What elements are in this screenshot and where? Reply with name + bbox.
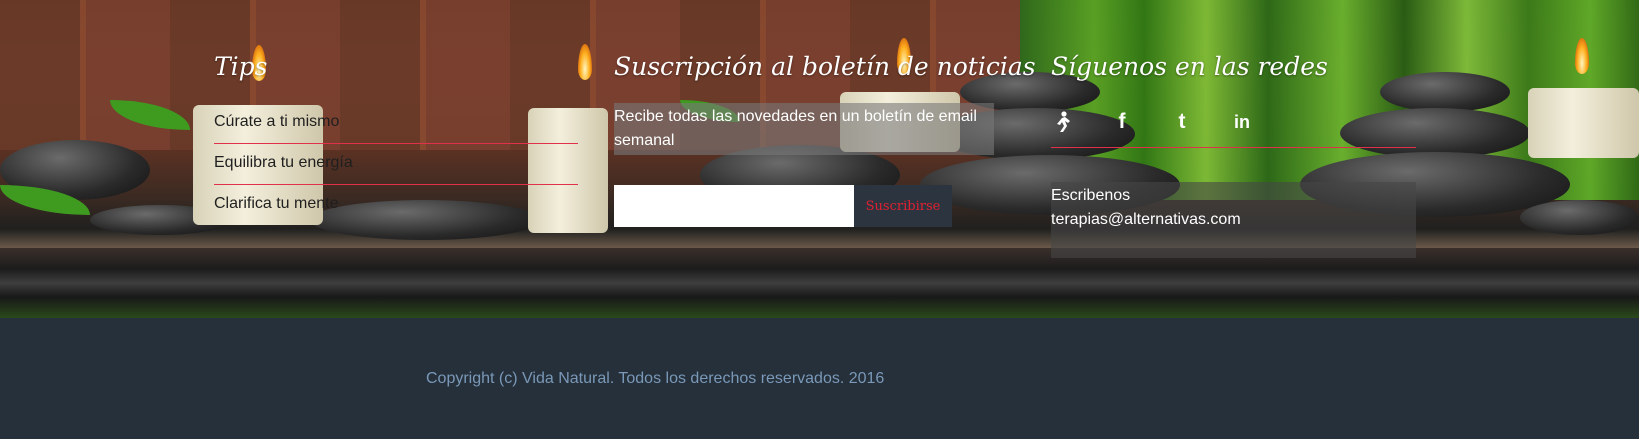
hero-section: Tips Cúrate a ti mismo Equilibra tu ener… <box>0 0 1639 318</box>
tip-link[interactable]: Equilibra tu energía <box>214 144 578 185</box>
facebook-icon[interactable]: f <box>1111 110 1133 133</box>
social-icons: f t in <box>1051 103 1416 148</box>
linkedin-icon[interactable]: in <box>1231 111 1253 133</box>
water-reflection <box>0 248 1639 318</box>
tips-column: Tips Cúrate a ti mismo Equilibra tu ener… <box>214 52 578 225</box>
tips-title: Tips <box>214 52 268 81</box>
stone-decoration <box>1520 200 1639 235</box>
subscribe-button[interactable]: Suscribirse <box>854 185 952 227</box>
contact-box: Escribenos terapias@alternativas.com <box>1051 182 1416 258</box>
tip-link[interactable]: Cúrate a ti mismo <box>214 103 578 144</box>
twitter-icon[interactable]: t <box>1171 110 1193 133</box>
contact-label: Escribenos <box>1051 187 1131 204</box>
social-column: Síguenos en las redes f t in Escribenos … <box>1051 52 1421 258</box>
runner-icon[interactable] <box>1051 111 1073 133</box>
tip-link[interactable]: Clarifica tu mente <box>214 185 578 225</box>
contact-email[interactable]: terapias@alternativas.com <box>1051 208 1416 232</box>
newsletter-description: Recibe todas las novedades en un boletín… <box>614 103 994 155</box>
email-input[interactable] <box>614 185 854 227</box>
tips-list: Cúrate a ti mismo Equilibra tu energía C… <box>214 103 578 225</box>
subscribe-form: Suscribirse <box>614 185 994 227</box>
newsletter-column: Suscripción al boletín de noticias Recib… <box>614 52 1036 227</box>
candle-decoration <box>1528 88 1639 158</box>
footer: Copyright (c) Vida Natural. Todos los de… <box>0 318 1639 439</box>
newsletter-title: Suscripción al boletín de noticias <box>614 52 1036 81</box>
social-title: Síguenos en las redes <box>1051 52 1328 81</box>
copyright-text: Copyright (c) Vida Natural. Todos los de… <box>426 370 885 387</box>
